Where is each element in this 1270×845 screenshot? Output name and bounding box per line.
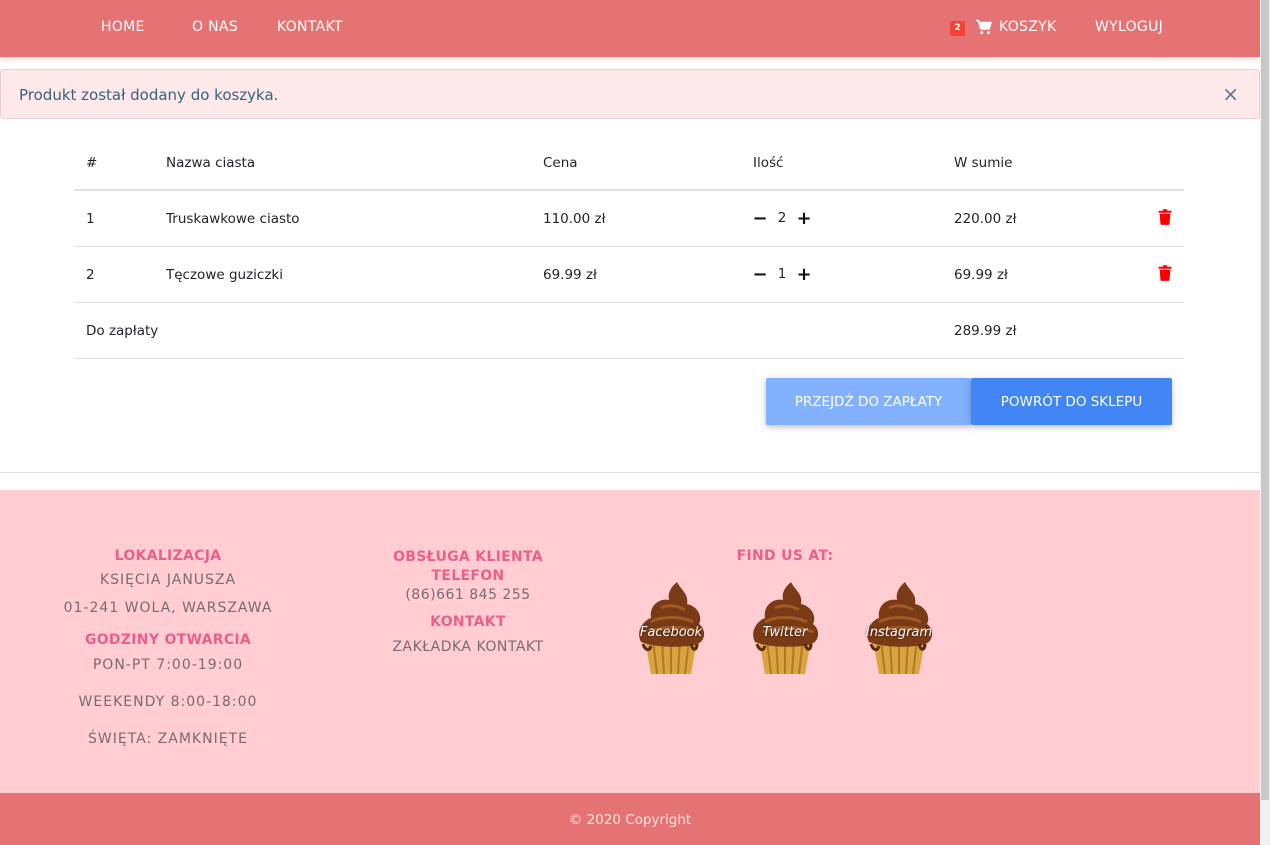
hours-heading: GODZINY OTWARCIA: [84, 632, 252, 648]
hours-weekend: WEEKENDY 8:00-18:00: [78, 694, 258, 710]
address-line-1: KSIĘCIA JANUSZA: [99, 572, 237, 588]
increase-quantity-button[interactable]: +: [796, 208, 811, 229]
alert-message: Produkt został dodany do koszyka.: [19, 86, 279, 104]
trash-icon[interactable]: [1158, 265, 1172, 281]
nav-logout-link[interactable]: WYLOGUJ: [1095, 19, 1163, 35]
table-row: 2 Tęczowe guziczki 69.99 zł − 1 + 69.99 …: [74, 247, 1184, 303]
total-value: 289.99 zł: [954, 323, 1017, 339]
product-subtotal: 220.00 zł: [954, 211, 1017, 227]
phone-number: (86)661 845 255: [405, 587, 531, 603]
quantity-value: 2: [777, 210, 787, 226]
product-price: 69.99 zł: [543, 267, 597, 283]
scrollbar-thumb[interactable]: [1261, 0, 1269, 800]
scrollbar-track[interactable]: [1260, 0, 1270, 845]
proceed-to-payment-button[interactable]: PRZEJDŹ DO ZAPŁATY: [766, 378, 971, 425]
quantity-value: 1: [777, 266, 787, 282]
back-to-shop-button[interactable]: POWRÓT DO SKLEPU: [971, 378, 1172, 425]
row-number: 2: [86, 267, 95, 283]
customer-support-heading: OBSŁUGA KLIENTA TELEFON: [393, 549, 543, 584]
nav-home-link[interactable]: HOME: [101, 19, 145, 35]
nav-about-link[interactable]: O NAS: [192, 19, 238, 35]
copyright-bar: © 2020 Copyright: [0, 793, 1260, 845]
total-label: Do zapłaty: [86, 323, 159, 339]
facebook-link[interactable]: Facebook: [631, 582, 711, 678]
header-price: Cena: [543, 155, 578, 171]
total-row: Do zapłaty 289.99 zł: [74, 303, 1184, 359]
product-subtotal: 69.99 zł: [954, 267, 1008, 283]
header-quantity: Ilość: [753, 155, 784, 171]
quantity-stepper: − 2 +: [752, 208, 811, 229]
facebook-label: Facebook: [639, 625, 703, 640]
header-number: #: [86, 155, 98, 171]
product-name: Tęczowe guziczki: [166, 267, 283, 283]
increase-quantity-button[interactable]: +: [796, 264, 811, 285]
location-heading: LOKALIZACJA: [114, 548, 222, 564]
decrease-quantity-button[interactable]: −: [752, 264, 767, 285]
instagram-link[interactable]: Instagram: [859, 582, 939, 678]
navbar: HOME O NAS KONTAKT 2 KOSZYK WYLOGUJ: [0, 0, 1260, 57]
quantity-stepper: − 1 +: [752, 264, 811, 285]
cart-count-badge: 2: [950, 21, 965, 36]
find-us-heading: FIND US AT:: [736, 548, 834, 564]
close-icon[interactable]: ×: [1222, 84, 1239, 104]
product-name: Truskawkowe ciasto: [166, 211, 300, 227]
decrease-quantity-button[interactable]: −: [752, 208, 767, 229]
header-name: Nazwa ciasta: [166, 155, 256, 171]
nav-contact-link[interactable]: KONTAKT: [277, 19, 343, 35]
shopping-cart-icon[interactable]: [976, 19, 992, 35]
hours-weekdays: PON-PT 7:00-19:00: [92, 657, 244, 673]
twitter-link[interactable]: Twitter: [745, 582, 825, 678]
copyright-text: © 2020 Copyright: [568, 812, 692, 828]
instagram-label: Instagram: [865, 625, 933, 640]
divider: [0, 472, 1260, 473]
product-price: 110.00 zł: [543, 211, 606, 227]
header-subtotal: W sumie: [954, 155, 1013, 171]
contact-heading: KONTAKT: [430, 614, 506, 630]
row-number: 1: [86, 211, 95, 227]
success-alert: Produkt został dodany do koszyka. ×: [0, 69, 1260, 119]
cart-table: # Nazwa ciasta Cena Ilość W sumie 1 Trus…: [74, 135, 1184, 359]
trash-icon[interactable]: [1158, 209, 1172, 225]
contact-tab-link[interactable]: ZAKŁADKA KONTAKT: [378, 639, 558, 655]
hours-holidays: ŚWIĘTA: ZAMKNIĘTE: [88, 731, 248, 747]
nav-cart-link[interactable]: KOSZYK: [999, 19, 1056, 35]
twitter-label: Twitter: [762, 625, 808, 640]
table-header-row: # Nazwa ciasta Cena Ilość W sumie: [74, 135, 1184, 191]
table-row: 1 Truskawkowe ciasto 110.00 zł − 2 + 220…: [74, 191, 1184, 247]
address-line-2: 01-241 WOLA, WARSZAWA: [63, 600, 273, 616]
